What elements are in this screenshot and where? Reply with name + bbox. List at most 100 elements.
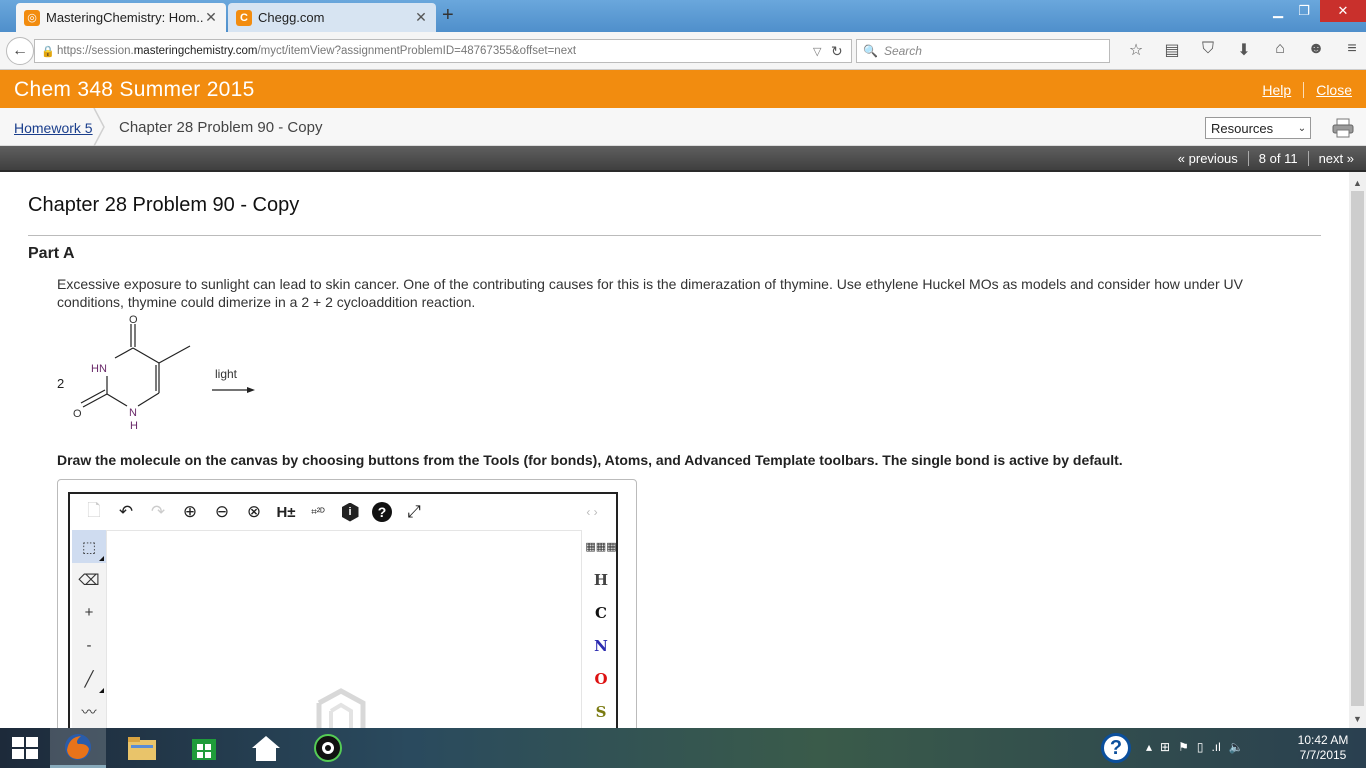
help-link[interactable]: Help: [1262, 82, 1291, 98]
previous-link[interactable]: « previous: [1178, 151, 1238, 166]
back-button[interactable]: ←: [6, 37, 34, 65]
tab-chegg[interactable]: C Chegg.com ✕: [228, 3, 436, 32]
close-tab-icon[interactable]: ✕: [414, 9, 428, 26]
help-icon[interactable]: ?: [366, 496, 398, 528]
drawing-canvas[interactable]: [106, 530, 582, 728]
lock-icon: 🔒: [41, 46, 55, 58]
atom-button-c[interactable]: C: [584, 596, 618, 629]
media-player-icon: [314, 734, 342, 762]
search-input[interactable]: 🔍 Search: [856, 39, 1110, 63]
tab-title: Chegg.com: [258, 10, 325, 25]
pager-bar: « previous 8 of 11 next »: [0, 146, 1366, 172]
fullscreen-icon[interactable]: ⤢: [398, 496, 430, 528]
undo-icon[interactable]: ↶: [110, 496, 142, 528]
title-divider: [28, 235, 1321, 236]
hydrogen-toggle-icon[interactable]: H±: [270, 496, 302, 528]
resources-select[interactable]: Resources ⌄: [1205, 117, 1311, 139]
pager-divider: [1247, 151, 1249, 166]
molecule-editor: 🗋 ↶ ↷ ⊕ ⊖ ⊗ H± ⌗²ᴰ i ? ⤢ ‹ › ⬚ ⌫ + - ╱ 〰: [68, 492, 618, 728]
svg-text:O: O: [73, 408, 82, 420]
svg-text:HN: HN: [91, 363, 107, 375]
reading-list-icon[interactable]: ▤: [1154, 40, 1190, 60]
url-text: https://session.masteringchemistry.com/m…: [57, 45, 577, 57]
url-bar[interactable]: 🔒 https://session.masteringchemistry.com…: [34, 39, 852, 63]
atom-button-n[interactable]: N: [584, 629, 618, 662]
pocket-icon[interactable]: ⛉: [1190, 40, 1226, 60]
taskbar-file-explorer[interactable]: [114, 728, 170, 768]
system-tray: ▴ ⊞ ⚑ ▯ .ıl 🔈: [1146, 740, 1244, 754]
scroll-down-icon[interactable]: ▼: [1349, 712, 1366, 726]
hello-chat-icon[interactable]: ☻: [1298, 40, 1334, 60]
search-icon: 🔍: [863, 44, 878, 58]
download-icon[interactable]: ⬇: [1226, 40, 1262, 60]
part-heading: Part A: [28, 245, 75, 262]
close-tab-icon[interactable]: ✕: [204, 9, 218, 26]
clock-date: 7/7/2015: [1299, 748, 1347, 762]
taskbar-home[interactable]: [238, 728, 294, 768]
zoom-out-icon[interactable]: ⊖: [206, 496, 238, 528]
single-bond-tool-icon[interactable]: ╱: [72, 662, 106, 695]
close-link[interactable]: Close: [1316, 82, 1352, 98]
editor-watermark-icon: [316, 688, 366, 728]
taskbar-store[interactable]: [176, 728, 232, 768]
taskbar-media[interactable]: [300, 728, 356, 768]
chain-tool-icon[interactable]: 〰: [72, 695, 106, 728]
select-tool-icon[interactable]: ⬚: [72, 530, 106, 563]
new-document-icon[interactable]: 🗋: [78, 496, 110, 528]
show-hidden-icons-icon[interactable]: ▴: [1146, 740, 1152, 754]
action-center-icon[interactable]: ⚑: [1178, 740, 1189, 754]
clean-2d-icon[interactable]: ⌗²ᴰ: [302, 496, 334, 528]
increase-charge-icon[interactable]: +: [72, 596, 106, 629]
chegg-favicon-icon: C: [236, 9, 252, 26]
header-divider: [1303, 82, 1305, 98]
minimize-window-icon[interactable]: ▁: [1266, 0, 1290, 22]
reload-icon[interactable]: ↻: [831, 43, 851, 60]
breadcrumb-homework-link[interactable]: Homework 5: [14, 120, 93, 136]
pager-position: 8 of 11: [1258, 151, 1298, 166]
course-title: Chem 348 Summer 2015: [14, 78, 255, 101]
decrease-charge-icon[interactable]: -: [72, 629, 106, 662]
volume-icon[interactable]: 🔈: [1229, 740, 1244, 754]
svg-text:H: H: [130, 420, 138, 432]
signal-icon[interactable]: .ıl: [1211, 740, 1220, 754]
windows-taskbar: ? ▴ ⊞ ⚑ ▯ .ıl 🔈 10:42 AM 7/7/2015: [0, 728, 1366, 768]
redo-icon[interactable]: ↷: [142, 496, 174, 528]
question-text: Excessive exposure to sunlight can lead …: [57, 276, 1243, 310]
zoom-in-icon[interactable]: ⊕: [174, 496, 206, 528]
collapse-panel-icon[interactable]: ‹ ›: [576, 496, 608, 528]
windows-start-icon[interactable]: [12, 737, 38, 759]
editor-atom-toolbar: ▦▦▦ H C N O S: [584, 530, 618, 728]
next-link[interactable]: next »: [1319, 151, 1354, 166]
svg-text:O: O: [129, 314, 138, 326]
print-icon[interactable]: [1332, 118, 1354, 138]
new-tab-icon[interactable]: +: [442, 4, 454, 27]
instruction-text: Draw the molecule on the canvas by choos…: [57, 452, 1123, 468]
page-scrollbar[interactable]: ▲ ▼: [1349, 172, 1366, 728]
help-circle-icon[interactable]: ?: [1101, 733, 1131, 763]
atom-button-h[interactable]: H: [584, 563, 618, 596]
atom-button-s[interactable]: S: [584, 695, 618, 728]
menu-icon[interactable]: ≡: [1334, 40, 1366, 60]
battery-icon[interactable]: ▯: [1197, 740, 1204, 754]
atom-button-o[interactable]: O: [584, 662, 618, 695]
taskbar-firefox[interactable]: [50, 728, 106, 768]
windows-flag-icon[interactable]: ⊞: [1160, 740, 1170, 754]
info-hex-icon[interactable]: i: [334, 496, 366, 528]
scroll-up-icon[interactable]: ▲: [1349, 176, 1366, 190]
folder-icon: [128, 737, 156, 760]
zoom-reset-icon[interactable]: ⊗: [238, 496, 270, 528]
eraser-tool-icon[interactable]: ⌫: [72, 563, 106, 596]
bookmark-star-icon[interactable]: ☆: [1118, 40, 1154, 60]
taskbar-clock[interactable]: 10:42 AM 7/7/2015: [1288, 733, 1358, 763]
editor-left-toolbar: ⬚ ⌫ + - ╱ 〰: [72, 530, 106, 728]
chevron-down-icon: ⌄: [1297, 122, 1307, 134]
tab-masteringchemistry[interactable]: ◎ MasteringChemistry: Hom... ✕: [16, 3, 226, 32]
url-dropdown-icon[interactable]: ▽: [813, 45, 831, 58]
store-icon: [192, 739, 216, 760]
scrollbar-thumb[interactable]: [1351, 191, 1364, 706]
maximize-window-icon[interactable]: ❐: [1292, 0, 1316, 22]
periodic-table-icon[interactable]: ▦▦▦: [584, 530, 618, 563]
back-arrow-icon: ←: [12, 42, 28, 59]
close-window-icon[interactable]: ✕: [1320, 0, 1366, 22]
home-icon[interactable]: ⌂: [1262, 40, 1298, 60]
